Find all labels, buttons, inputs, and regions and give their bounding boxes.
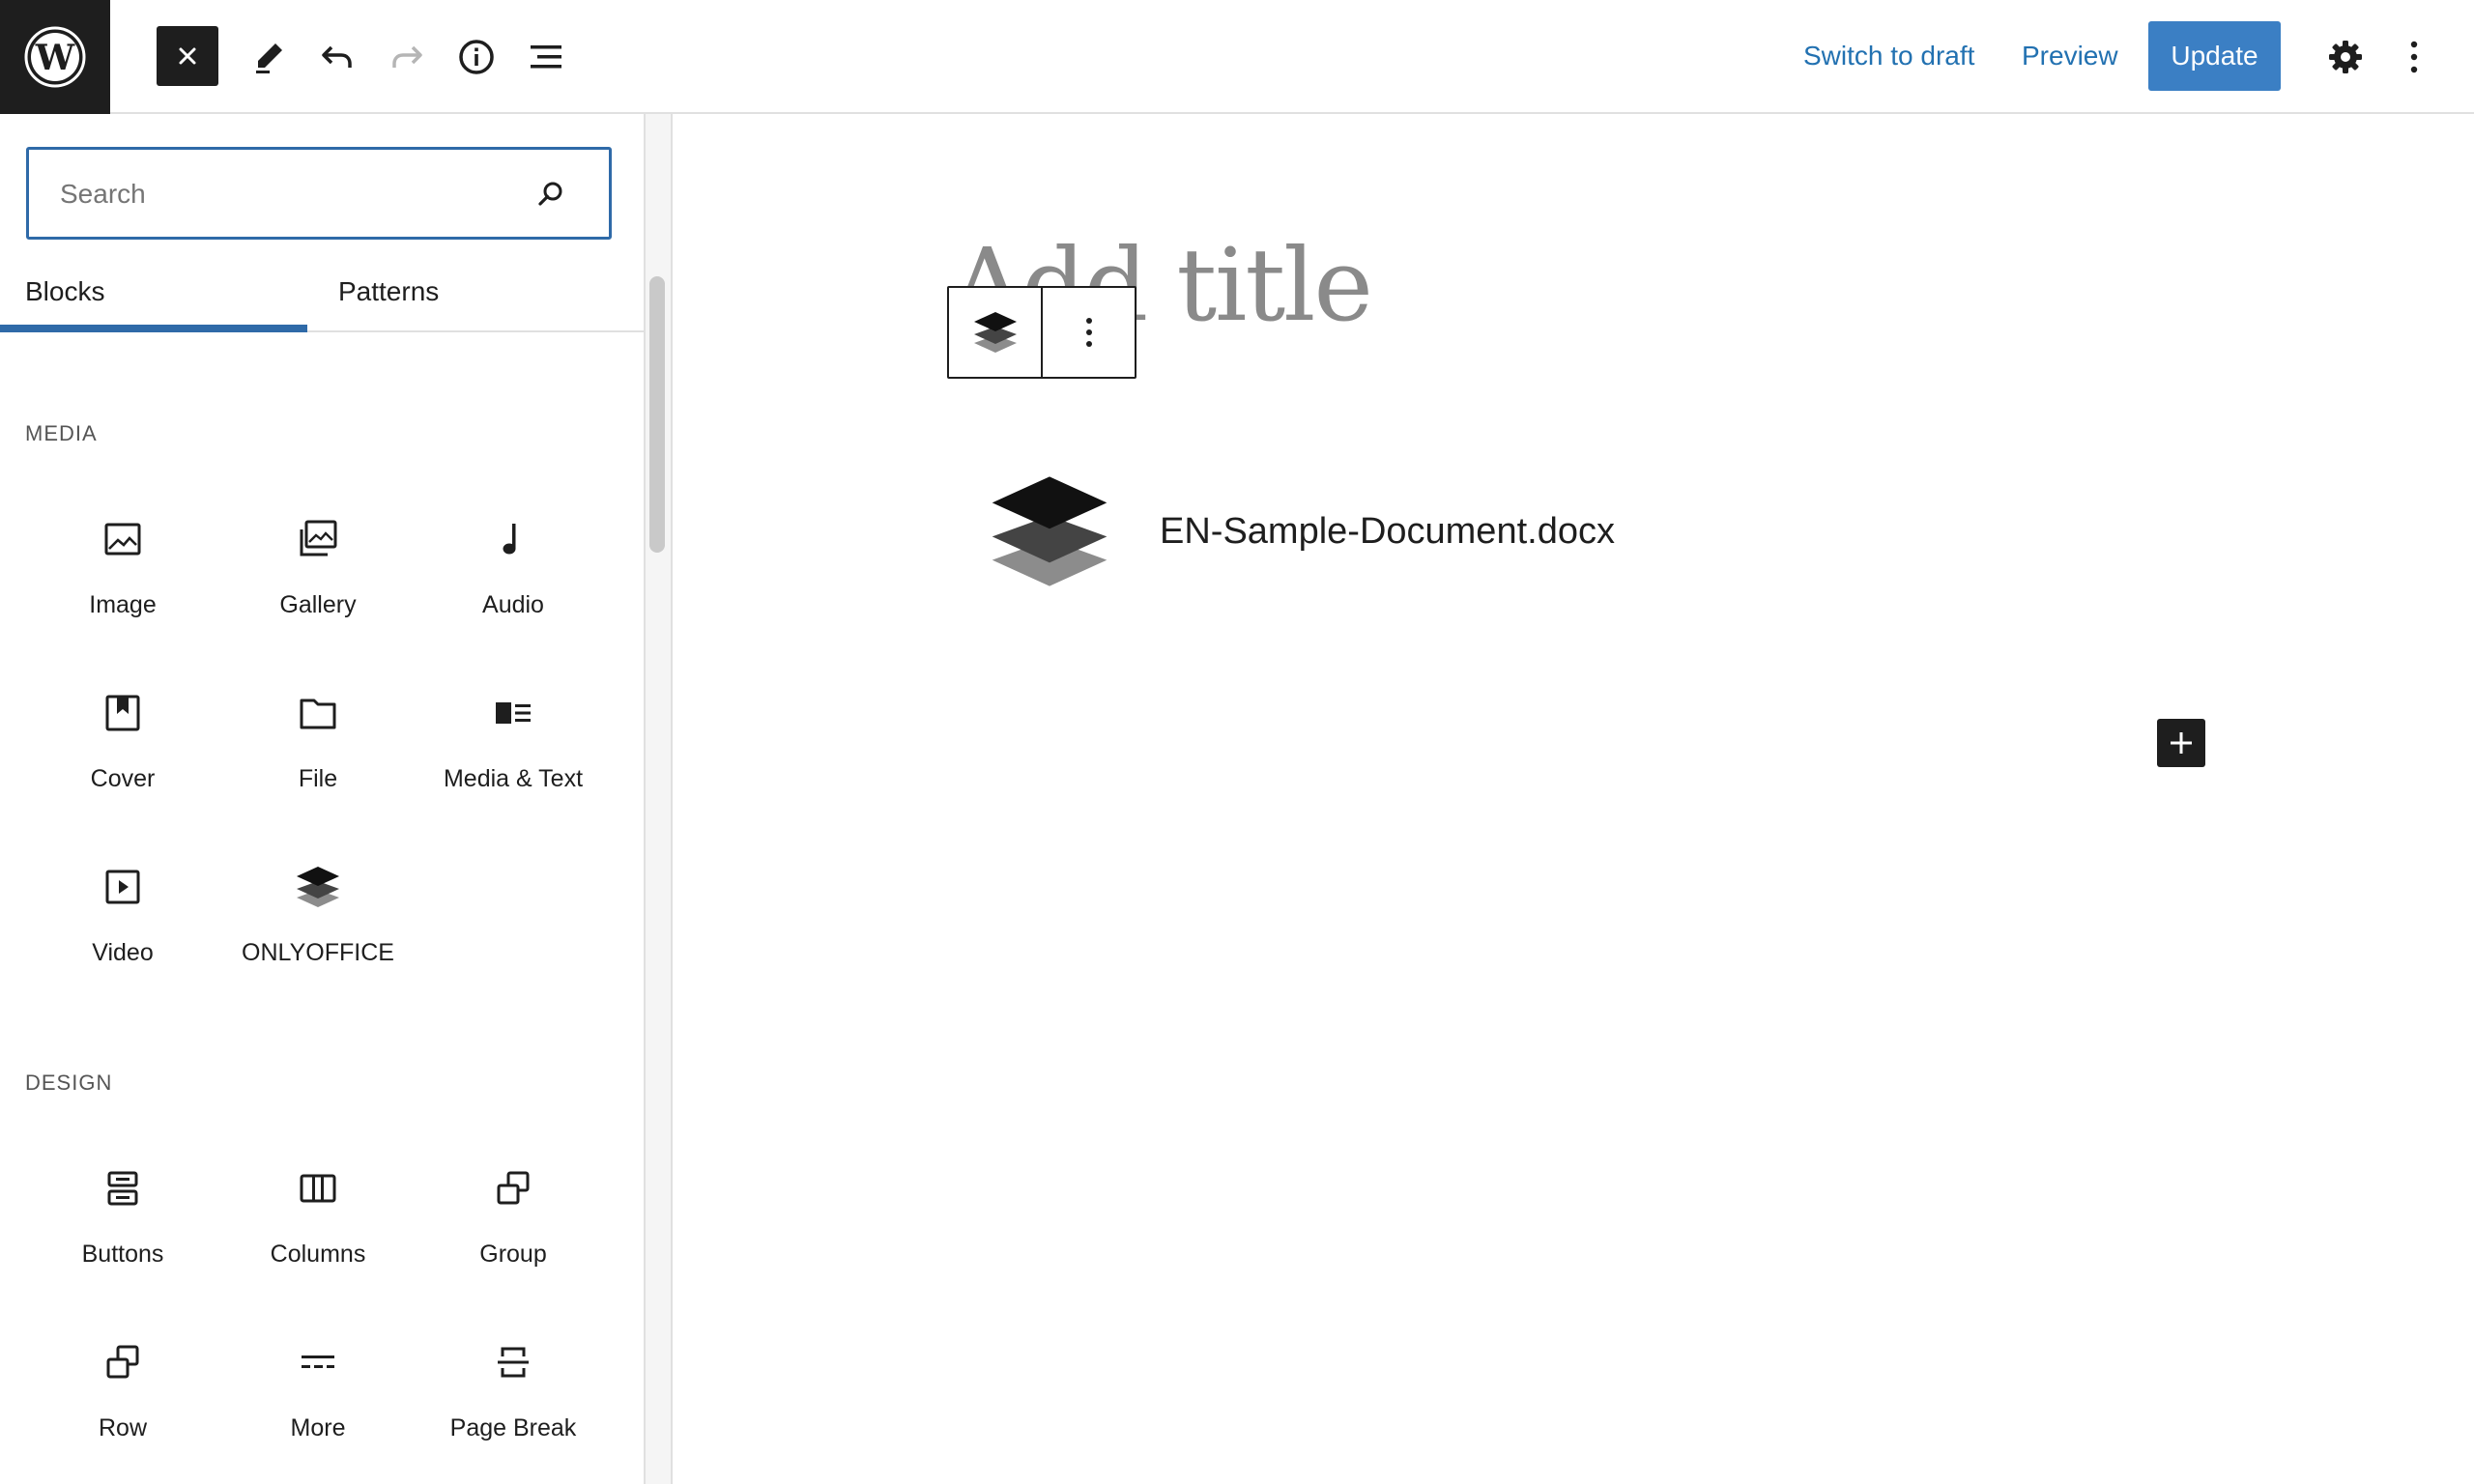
block-video[interactable]: Video [25,839,220,993]
undo-icon [322,45,352,68]
more-vertical-icon [1085,318,1092,347]
more-icon [302,1356,334,1368]
block-row[interactable]: Row [25,1314,220,1469]
buttons-icon [107,1171,138,1206]
block-buttons[interactable]: Buttons [25,1140,220,1295]
category-title-media: MEDIA [25,421,98,445]
editor-canvas[interactable] [673,114,2474,1484]
page-break-icon [498,1347,529,1378]
block-label: More [290,1414,346,1441]
block-inserter-panel: Blocks Patterns MEDIA Image Gallery [0,114,646,1484]
block-audio[interactable]: Audio [416,491,611,645]
document-name: EN-Sample-Document.docx [1160,510,1615,552]
info-icon [459,40,494,74]
block-toolbar [947,286,1136,379]
columns-icon [300,1174,336,1203]
svg-text:W: W [35,38,75,78]
list-view-icon [531,45,561,69]
block-group[interactable]: Group [416,1140,611,1295]
block-file[interactable]: File [220,665,416,819]
close-icon [179,47,196,65]
settings-button[interactable] [2321,33,2370,81]
search-input[interactable] [58,150,526,239]
gear-icon [2329,41,2362,73]
block-type-button[interactable] [949,288,1041,377]
block-cover[interactable]: Cover [25,665,220,819]
redo-button[interactable] [383,33,431,81]
image-icon [104,523,141,556]
pencil-icon [256,43,282,73]
block-label: Media & Text [443,765,584,792]
block-image[interactable]: Image [25,491,220,645]
block-columns[interactable]: Columns [220,1140,416,1295]
block-onlyoffice[interactable]: ONLYOFFICE [220,839,416,993]
editor-header: W Switch to draft Preview Update [0,0,2474,114]
update-button[interactable]: Update [2148,21,2281,91]
onlyoffice-document-block[interactable]: EN-Sample-Document.docx [984,471,1615,591]
gallery-icon [300,520,337,556]
switch-to-draft-button[interactable]: Switch to draft [1803,35,1974,77]
group-icon [497,1171,530,1205]
options-button[interactable] [2395,33,2433,81]
tools-button[interactable] [245,33,294,81]
preview-button[interactable]: Preview [2022,35,2118,77]
wordpress-logo-button[interactable]: W [0,0,110,114]
media-text-icon [496,702,531,724]
block-label: Group [479,1241,547,1268]
block-label: File [298,765,338,792]
block-gallery[interactable]: Gallery [220,491,416,645]
video-icon [105,870,140,904]
active-tab-indicator [0,325,307,332]
block-label: Image [89,591,157,618]
category-title-design: DESIGN [25,1070,113,1095]
onlyoffice-icon [297,867,339,907]
add-block-button[interactable] [2157,719,2205,767]
tab-blocks[interactable]: Blocks [25,274,104,309]
block-label: Gallery [279,591,357,618]
onlyoffice-icon [973,312,1017,353]
block-label: Page Break [449,1414,577,1441]
block-label: Audio [482,591,544,618]
sidebar-scrollbar-thumb[interactable] [649,276,665,553]
wordpress-logo-icon: W [24,26,86,88]
cover-icon [105,695,140,731]
list-view-button[interactable] [522,33,570,81]
undo-button[interactable] [313,33,361,81]
block-label: Row [98,1414,147,1441]
block-more[interactable]: More [220,1314,416,1469]
redo-icon [392,45,422,68]
row-icon [106,1345,139,1379]
file-icon [300,699,336,729]
more-vertical-icon [2410,41,2418,73]
block-options-button[interactable] [1043,288,1135,377]
search-box [26,147,612,240]
block-label: Cover [90,765,156,792]
block-label: Buttons [81,1241,164,1268]
onlyoffice-icon [992,476,1108,586]
audio-icon [503,524,516,555]
tab-patterns[interactable]: Patterns [338,274,439,309]
search-icon [538,182,562,206]
plus-icon [2171,732,2192,754]
block-label: ONLYOFFICE [242,939,394,966]
block-label: Columns [270,1241,366,1268]
close-inserter-button[interactable] [157,26,218,86]
block-label: Video [92,939,154,966]
block-page-break[interactable]: Page Break [416,1314,611,1469]
block-media-text[interactable]: Media & Text [416,665,611,819]
details-button[interactable] [452,33,501,81]
